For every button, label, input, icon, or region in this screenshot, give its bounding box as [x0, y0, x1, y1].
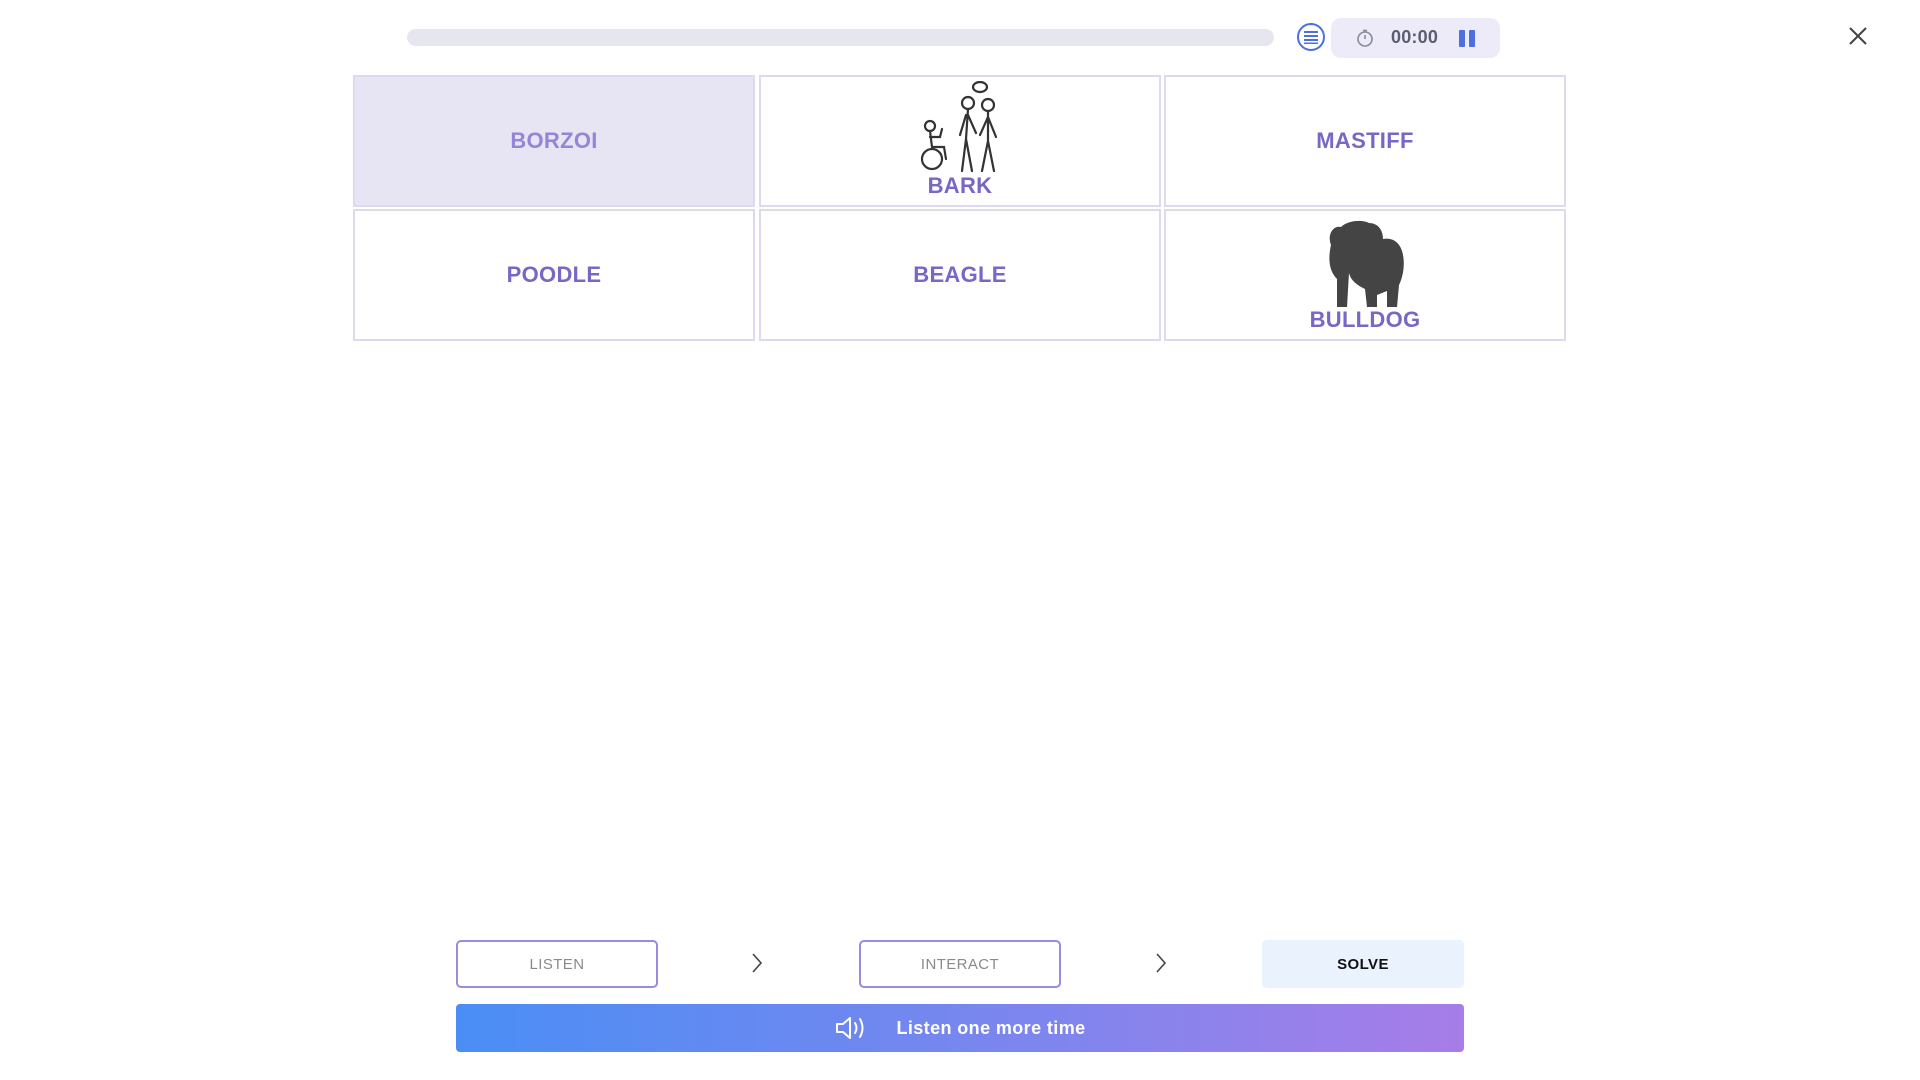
speaker-icon — [836, 1017, 864, 1039]
tile-mastiff[interactable]: MASTIFF — [1164, 75, 1566, 207]
tile-label: BEAGLE — [913, 262, 1007, 287]
step-interact[interactable]: INTERACT — [859, 940, 1061, 988]
timer: 00:00 — [1331, 18, 1500, 58]
tile-label: MASTIFF — [1316, 128, 1414, 153]
tile-label: BORZOI — [510, 128, 598, 153]
tile-label: BARK — [927, 173, 993, 198]
tile-poodle[interactable]: POODLE — [353, 209, 755, 341]
timer-value: 00:00 — [1391, 27, 1439, 47]
tile-label: BULLDOG — [1309, 307, 1421, 332]
step-solve[interactable]: SOLVE — [1262, 940, 1464, 988]
people-talking-icon — [920, 81, 998, 173]
pause-button[interactable] — [1459, 29, 1477, 47]
tile-bark[interactable]: BARK — [759, 75, 1161, 207]
chevron-right-icon — [752, 953, 763, 973]
listen-again-label: Listen one more time — [896, 1017, 1086, 1038]
stopwatch-icon — [1357, 29, 1373, 47]
progress-bar — [407, 29, 1274, 46]
tile-bulldog[interactable]: BULLDOG — [1164, 209, 1566, 341]
list-button[interactable] — [1297, 23, 1325, 51]
listen-again-button[interactable]: Listen one more time — [456, 1004, 1464, 1052]
tile-borzoi[interactable]: BORZOI — [353, 75, 755, 207]
chevron-right-icon — [1156, 953, 1167, 973]
tile-beagle[interactable]: BEAGLE — [759, 209, 1161, 341]
list-icon — [1304, 31, 1318, 44]
tile-label: POODLE — [506, 262, 602, 287]
pause-icon — [1459, 30, 1465, 47]
step-listen[interactable]: LISTEN — [456, 940, 658, 988]
bulldog-icon — [1329, 220, 1404, 307]
close-icon[interactable] — [1846, 24, 1870, 48]
